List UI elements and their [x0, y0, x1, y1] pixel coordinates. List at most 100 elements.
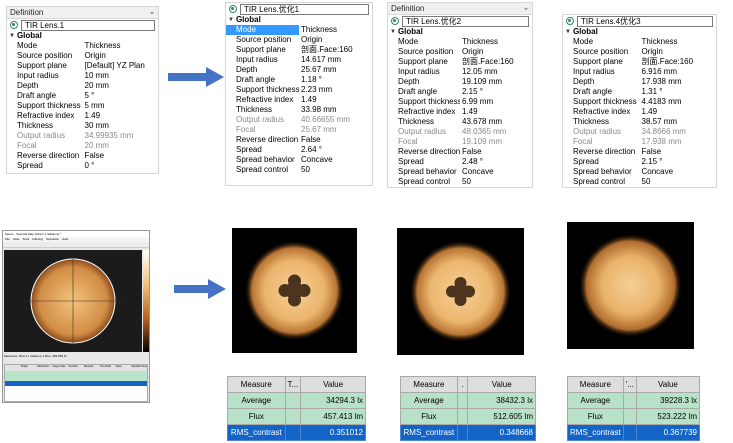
- pin-icon[interactable]: ⌖: [524, 4, 528, 16]
- property-value[interactable]: 5 mm: [83, 101, 159, 111]
- property-value[interactable]: 2.48 °: [460, 157, 532, 167]
- property-row[interactable]: Draft angle 1.31 °: [563, 87, 716, 97]
- property-value[interactable]: 6.916 mm: [640, 67, 717, 77]
- property-value[interactable]: 20 mm: [83, 141, 159, 151]
- property-value[interactable]: 34.8666 mm: [640, 127, 717, 137]
- object-row[interactable]: TIR Lens.优化2: [388, 15, 532, 27]
- property-value[interactable]: 25.67 mm: [299, 65, 372, 75]
- table-row[interactable]: RMS_contrast 0.367739: [567, 424, 701, 441]
- property-value[interactable]: 4.4183 mm: [640, 97, 717, 107]
- property-row[interactable]: Mode Thickness: [226, 25, 372, 35]
- column-header[interactable]: Value: [115, 365, 131, 371]
- column-header[interactable]: '...: [622, 376, 637, 393]
- property-value[interactable]: Origin: [460, 47, 532, 57]
- property-row[interactable]: Spread control 50: [563, 177, 716, 187]
- property-value[interactable]: Origin: [299, 35, 372, 45]
- property-row[interactable]: Support thickness 6.99 mm: [388, 97, 532, 107]
- chevron-down-icon[interactable]: ▼: [390, 27, 396, 37]
- section-global[interactable]: ▼ Global: [7, 31, 158, 41]
- property-value[interactable]: 1.18 °: [299, 75, 372, 85]
- property-value[interactable]: [Default] YZ Plan: [83, 61, 159, 71]
- section-global[interactable]: ▼ Global: [226, 15, 372, 25]
- property-row[interactable]: Support plane [Default] YZ Plan: [7, 61, 158, 71]
- property-row[interactable]: Depth 19.109 mm: [388, 77, 532, 87]
- pin-icon[interactable]: ⌖: [150, 8, 154, 20]
- column-header[interactable]: [5, 365, 21, 371]
- property-row[interactable]: Reverse direction False: [388, 147, 532, 157]
- property-row[interactable]: Focal 20 mm: [7, 141, 158, 151]
- property-row[interactable]: Source position Origin: [388, 47, 532, 57]
- table-row[interactable]: RMS_contrast 0.351012: [227, 424, 366, 441]
- property-value[interactable]: 48.0365 mm: [460, 127, 532, 137]
- property-value[interactable]: 30 mm: [83, 121, 159, 131]
- property-value[interactable]: Concave: [640, 167, 717, 177]
- property-row[interactable]: Refractive index 1.49: [388, 107, 532, 117]
- column-header[interactable]: Measure: [567, 376, 624, 393]
- property-row[interactable]: Input radius 6.916 mm: [563, 67, 716, 77]
- property-row[interactable]: Spread control 50: [226, 165, 372, 175]
- property-value[interactable]: Concave: [299, 155, 372, 165]
- property-value[interactable]: 25.67 mm: [299, 125, 372, 135]
- property-row[interactable]: Focal 17.938 mm: [563, 137, 716, 147]
- table-row[interactable]: Average 34294.3 lx: [227, 392, 366, 409]
- property-row[interactable]: Refractive index 1.49: [226, 95, 372, 105]
- property-row[interactable]: Source position Origin: [563, 47, 716, 57]
- property-value[interactable]: 2.64 °: [299, 145, 372, 155]
- property-value[interactable]: 10 mm: [83, 71, 159, 81]
- menu-item[interactable]: Operation: [46, 237, 59, 242]
- table-row[interactable]: Average 38432.3 lx: [400, 392, 536, 409]
- property-row[interactable]: Output radius 34.99935 mm: [7, 131, 158, 141]
- menu-item[interactable]: View: [13, 237, 19, 242]
- menu-item[interactable]: File: [5, 237, 10, 242]
- property-row[interactable]: Reverse direction False: [226, 135, 372, 145]
- property-value[interactable]: 50: [640, 177, 717, 187]
- column-header[interactable]: Shape: [21, 365, 37, 371]
- property-value[interactable]: 34.99935 mm: [83, 131, 159, 141]
- property-row[interactable]: Support plane 剖面.Face:160: [388, 57, 532, 67]
- column-header[interactable]: Threshold: [100, 365, 116, 371]
- property-value[interactable]: 12.05 mm: [460, 67, 532, 77]
- property-value[interactable]: 1.49: [83, 111, 159, 121]
- property-row[interactable]: Source position Origin: [226, 35, 372, 45]
- property-row[interactable]: Spread 0 °: [7, 161, 158, 171]
- property-value[interactable]: 20 mm: [83, 81, 159, 91]
- property-row[interactable]: Refractive index 1.49: [563, 107, 716, 117]
- property-value[interactable]: 剖面.Face:160: [460, 57, 532, 67]
- property-value[interactable]: 33.98 mm: [299, 105, 372, 115]
- property-value[interactable]: 50: [460, 177, 532, 187]
- property-row[interactable]: Output radius 34.8666 mm: [563, 127, 716, 137]
- property-value[interactable]: False: [299, 135, 372, 145]
- property-value[interactable]: 2.15 °: [460, 87, 532, 97]
- column-header[interactable]: T...: [284, 376, 302, 393]
- table-row[interactable]: RMS_contrast 0.348668: [400, 424, 536, 441]
- chevron-down-icon[interactable]: ▼: [228, 15, 234, 25]
- property-row[interactable]: Support plane 剖面.Face:160: [563, 57, 716, 67]
- property-row[interactable]: Spread 2.15 °: [563, 157, 716, 167]
- property-value[interactable]: 17.938 mm: [640, 77, 717, 87]
- property-row[interactable]: Output radius 40.66655 mm: [226, 115, 372, 125]
- property-value[interactable]: 1.49: [640, 107, 717, 117]
- property-value[interactable]: Thickness: [460, 37, 532, 47]
- column-header[interactable]: Measure: [227, 376, 286, 393]
- property-row[interactable]: Draft angle 5 °: [7, 91, 158, 101]
- property-row[interactable]: Support thickness 5 mm: [7, 101, 158, 111]
- property-row[interactable]: Draft angle 1.18 °: [226, 75, 372, 85]
- property-value[interactable]: 剖面.Face:160: [299, 45, 372, 55]
- property-value[interactable]: 1.49: [460, 107, 532, 117]
- property-value[interactable]: 43.678 mm: [460, 117, 532, 127]
- property-row[interactable]: Input radius 14.617 mm: [226, 55, 372, 65]
- property-value[interactable]: Thickness: [299, 25, 372, 35]
- object-name[interactable]: TIR Lens.优化1: [240, 3, 369, 15]
- column-header[interactable]: Value: [467, 376, 536, 393]
- property-value[interactable]: 0 °: [83, 161, 159, 171]
- column-header[interactable]: Value: [635, 376, 701, 393]
- table-row[interactable]: Flux 523.222 lm: [567, 408, 701, 425]
- property-value[interactable]: 40.66655 mm: [299, 115, 372, 125]
- column-header[interactable]: Integr.mode: [52, 365, 68, 371]
- column-header[interactable]: Measure: [84, 365, 100, 371]
- property-row[interactable]: Mode Thickness: [563, 37, 716, 47]
- property-row[interactable]: Input radius 12.05 mm: [388, 67, 532, 77]
- table-row[interactable]: Average 39228.3 lx: [567, 392, 701, 409]
- property-row[interactable]: Focal 25.67 mm: [226, 125, 372, 135]
- property-row[interactable]: Mode Thickness: [7, 41, 158, 51]
